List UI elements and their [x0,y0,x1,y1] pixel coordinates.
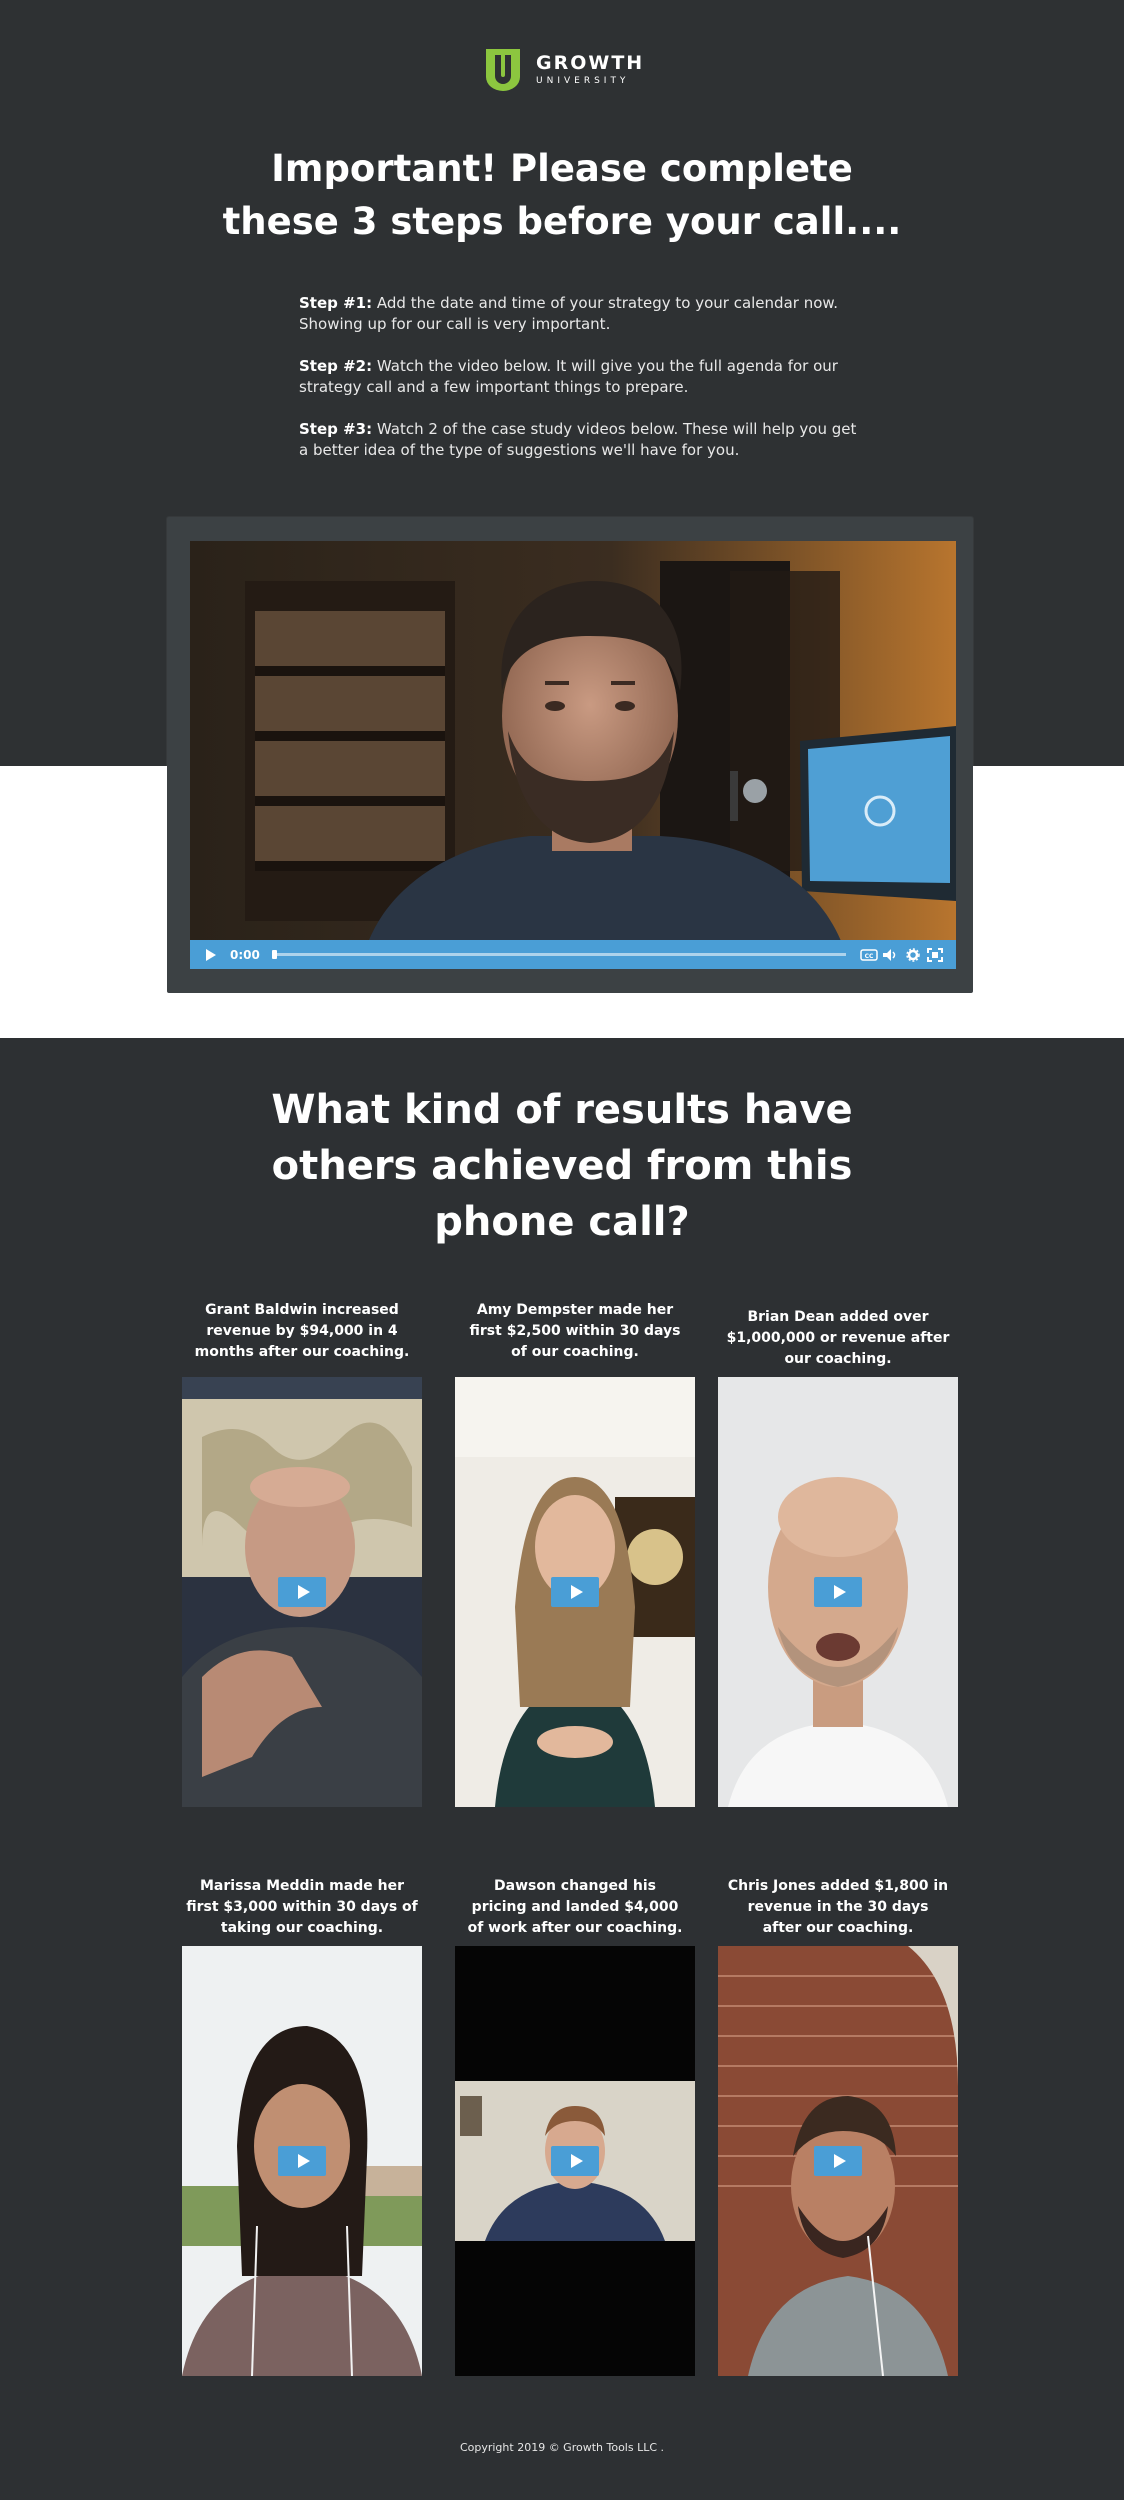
case-study-video-thumbnail[interactable] [455,1946,695,2376]
step-text: Watch the video below. It will give you … [299,357,838,396]
play-icon[interactable] [200,944,222,966]
results-title-line: others achieved from this [271,1143,853,1189]
caption-line: revenue by $94,000 in 4 [206,1323,398,1339]
case-study-video-thumbnail[interactable] [455,1377,695,1807]
video-time: 0:00 [230,947,260,962]
captions-icon[interactable]: CC [858,944,880,966]
copyright-footer: Copyright 2019 © Growth Tools LLC . [459,2441,665,2454]
case-study-caption: Amy Dempster made her first $2,500 withi… [445,1300,705,1363]
video-controls-bar: 0:00 CC [190,940,956,969]
caption-line: first $3,000 within 30 days of [186,1899,418,1915]
caption-line: Grant Baldwin increased [205,1302,399,1318]
results-title-line: What kind of results have [271,1087,853,1133]
case-study-video-thumbnail[interactable] [718,1946,958,2376]
step-label: Step #2: [299,357,373,375]
steps-list: Step #1: Add the date and time of your s… [299,293,859,482]
case-study-video-thumbnail[interactable] [182,1377,422,1807]
results-title: What kind of results have others achieve… [162,1082,962,1250]
step-2: Step #2: Watch the video below. It will … [299,356,859,398]
page-title: Important! Please complete these 3 steps… [162,142,962,248]
caption-line: our coaching. [784,1351,892,1367]
play-button[interactable] [278,2146,326,2176]
caption-line: $1,000,000 or revenue after [726,1330,950,1346]
caption-line: of our coaching. [511,1344,639,1360]
caption-line: months after our coaching. [194,1344,410,1360]
step-1: Step #1: Add the date and time of your s… [299,293,859,335]
page-title-line: these 3 steps before your call.... [222,200,902,243]
caption-line: Brian Dean added over [747,1309,929,1325]
caption-line: Chris Jones added $1,800 in [727,1878,949,1894]
caption-line: first $2,500 within 30 days [469,1323,681,1339]
main-video-player[interactable] [190,541,956,969]
case-study-caption: Brian Dean added over $1,000,000 or reve… [708,1307,968,1370]
caption-line: Amy Dempster made her [476,1302,674,1318]
case-study-video-thumbnail[interactable] [182,1946,422,2376]
logo-u-icon [484,47,522,93]
case-study-caption: Marissa Meddin made her first $3,000 wit… [172,1876,432,1939]
growth-university-logo[interactable]: GROWTH UNIVERSITY [484,47,644,93]
step-3: Step #3: Watch 2 of the case study video… [299,419,859,461]
play-button[interactable] [814,2146,862,2176]
volume-icon[interactable] [880,944,902,966]
fullscreen-icon[interactable] [924,944,946,966]
caption-line: pricing and landed $4,000 [471,1899,679,1915]
play-button[interactable] [278,1577,326,1607]
logo-name: GROWTH [536,52,645,74]
settings-icon[interactable] [902,944,924,966]
case-study-caption: Grant Baldwin increased revenue by $94,0… [172,1300,432,1363]
svg-text:CC: CC [865,953,874,960]
step-label: Step #1: [299,294,373,312]
case-study-caption: Dawson changed his pricing and landed $4… [445,1876,705,1939]
logo-subtitle: UNIVERSITY [536,76,630,86]
play-button[interactable] [551,2146,599,2176]
step-text: Watch 2 of the case study videos below. … [299,420,857,459]
video-progress-bar[interactable] [271,950,846,959]
step-text: Add the date and time of your strategy t… [299,294,839,333]
case-study-caption: Chris Jones added $1,800 in revenue in t… [708,1876,968,1939]
caption-line: revenue in the 30 days [747,1899,929,1915]
caption-line: Dawson changed his [494,1878,656,1894]
video-still-image [190,541,956,969]
caption-line: of work after our coaching. [467,1920,683,1936]
case-study-video-thumbnail[interactable] [718,1377,958,1807]
step-label: Step #3: [299,420,373,438]
caption-line: after our coaching. [762,1920,914,1936]
caption-line: Marissa Meddin made her [200,1878,404,1894]
caption-line: taking our coaching. [220,1920,384,1936]
play-button[interactable] [814,1577,862,1607]
play-button[interactable] [551,1577,599,1607]
page-title-line: Important! Please complete [271,147,853,190]
results-title-line: phone call? [434,1199,690,1245]
